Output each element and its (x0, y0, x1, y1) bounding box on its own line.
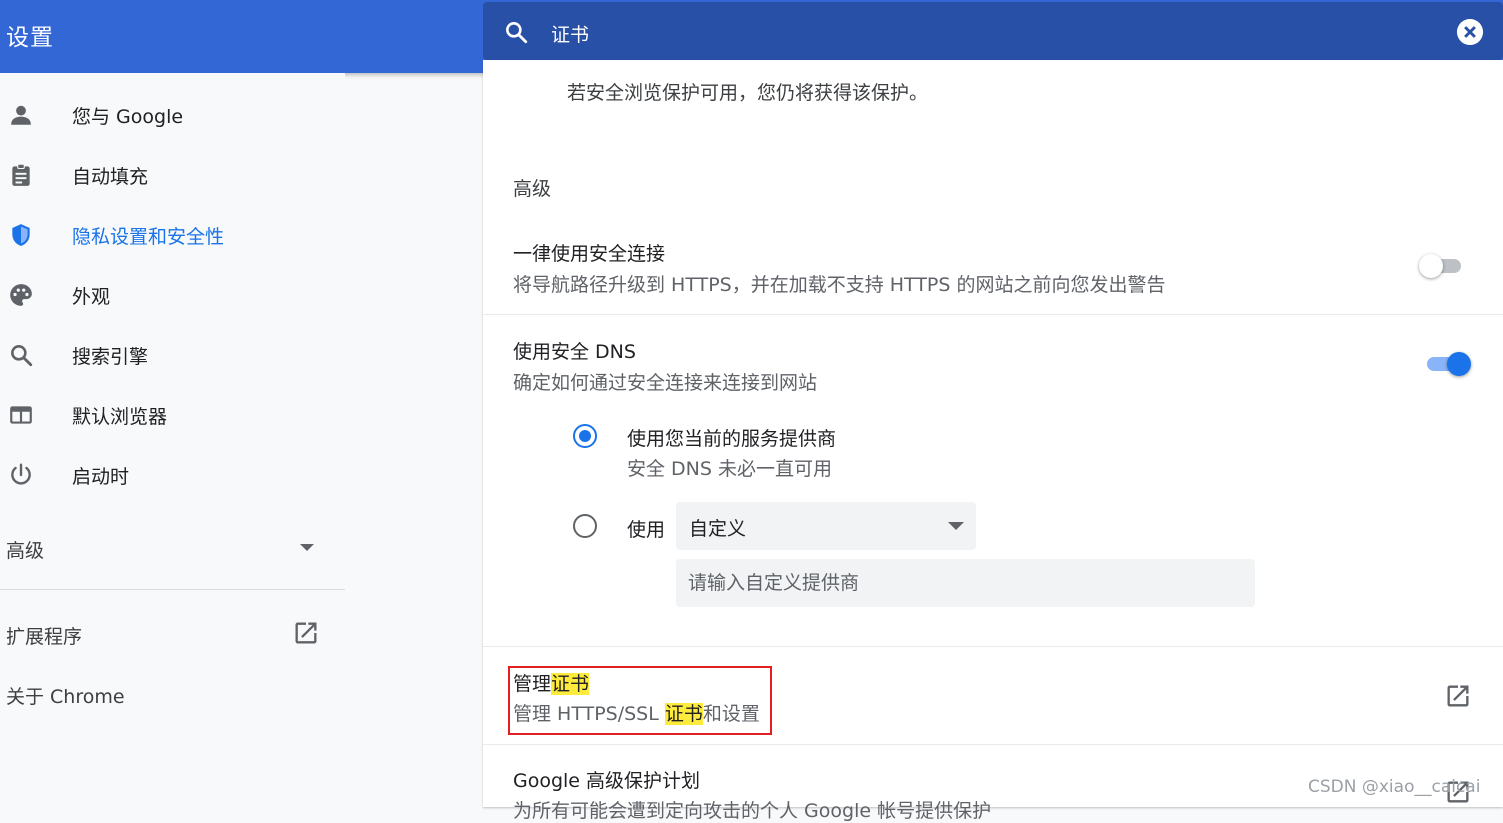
row-divider (483, 646, 1503, 647)
sidebar-item-privacy-security[interactable]: 隐私设置和安全性 (0, 210, 345, 260)
https-only-title: 一律使用安全连接 (513, 243, 666, 265)
advanced-protection-description: 为所有可能会遭到定向攻击的个人 Google 帐号提供保护 (513, 800, 992, 822)
power-icon (8, 462, 34, 488)
dns-current-provider-title: 使用您当前的服务提供商 (627, 428, 837, 450)
dns-current-provider-description: 安全 DNS 未必一直可用 (627, 458, 832, 480)
sidebar-advanced-toggle[interactable]: 高级 (6, 536, 44, 563)
clear-search-icon[interactable] (1457, 19, 1483, 45)
dns-custom-provider-input[interactable] (676, 559, 1255, 607)
sidebar-item-extensions[interactable]: 扩展程序 (6, 622, 82, 649)
row-divider (483, 744, 1503, 745)
sidebar-item-label: 默认浏览器 (72, 405, 168, 428)
palette-icon (8, 282, 34, 308)
dns-provider-select[interactable]: 自定义 (676, 502, 976, 550)
sidebar: 您与 Google 自动填充 隐私设置和安全性 外观 搜索引擎 默认浏览器 启动… (0, 73, 345, 807)
toggle-knob (1447, 352, 1471, 376)
search-icon (8, 342, 34, 368)
dns-provider-select-value: 自定义 (689, 518, 747, 540)
secure-dns-toggle[interactable] (1423, 349, 1471, 379)
https-only-description: 将导航路径升级到 HTTPS，并在加载不支持 HTTPS 的网站之前向您发出警告 (513, 274, 1166, 296)
sidebar-item-label: 隐私设置和安全性 (72, 225, 225, 248)
sidebar-item-about-chrome[interactable]: 关于 Chrome (6, 682, 125, 709)
person-icon (8, 102, 34, 128)
https-only-toggle[interactable] (1419, 251, 1467, 281)
open-in-new-icon[interactable] (292, 619, 320, 647)
search-box[interactable]: 证书 (483, 2, 1503, 60)
sidebar-item-label: 启动时 (72, 465, 130, 488)
clipboard-icon (8, 162, 34, 188)
secure-dns-title: 使用安全 DNS (513, 341, 636, 363)
search-input[interactable]: 证书 (551, 20, 589, 47)
row-divider (483, 314, 1503, 315)
sidebar-divider (0, 589, 345, 590)
sidebar-item-default-browser[interactable]: 默认浏览器 (0, 390, 345, 440)
search-icon (506, 22, 528, 44)
page-title: 设置 (6, 25, 54, 51)
sidebar-item-label: 搜索引擎 (72, 345, 149, 368)
sidebar-item-search-engine[interactable]: 搜索引擎 (0, 330, 345, 380)
toggle-knob (1419, 254, 1443, 278)
sidebar-item-label: 您与 Google (72, 105, 184, 128)
dns-current-provider-radio[interactable] (573, 424, 597, 448)
sidebar-item-appearance[interactable]: 外观 (0, 270, 345, 320)
advanced-protection-title: Google 高级保护计划 (513, 770, 701, 792)
browser-icon (8, 402, 34, 428)
chevron-down-icon[interactable] (300, 544, 314, 551)
dns-custom-provider-label: 使用 (627, 519, 666, 541)
chevron-down-icon (948, 522, 964, 530)
open-in-new-icon[interactable] (1444, 682, 1472, 710)
annotation-red-box (508, 666, 772, 735)
sidebar-item-label: 自动填充 (72, 165, 149, 188)
watermark: CSDN @xiao__caicai (1308, 777, 1481, 797)
safe-browsing-note: 若安全浏览保护可用，您仍将获得该保护。 (567, 82, 929, 104)
shield-icon (8, 222, 34, 248)
sidebar-item-label: 外观 (72, 285, 111, 308)
settings-card: 若安全浏览保护可用，您仍将获得该保护。 高级 一律使用安全连接 将导航路径升级到… (483, 60, 1503, 822)
dns-custom-provider-radio[interactable] (573, 514, 597, 538)
sidebar-item-on-startup[interactable]: 启动时 (0, 450, 345, 500)
sidebar-item-you-and-google[interactable]: 您与 Google (0, 90, 345, 140)
advanced-heading: 高级 (513, 178, 552, 200)
sidebar-item-autofill[interactable]: 自动填充 (0, 150, 345, 200)
secure-dns-description: 确定如何通过安全连接来连接到网站 (513, 372, 818, 394)
